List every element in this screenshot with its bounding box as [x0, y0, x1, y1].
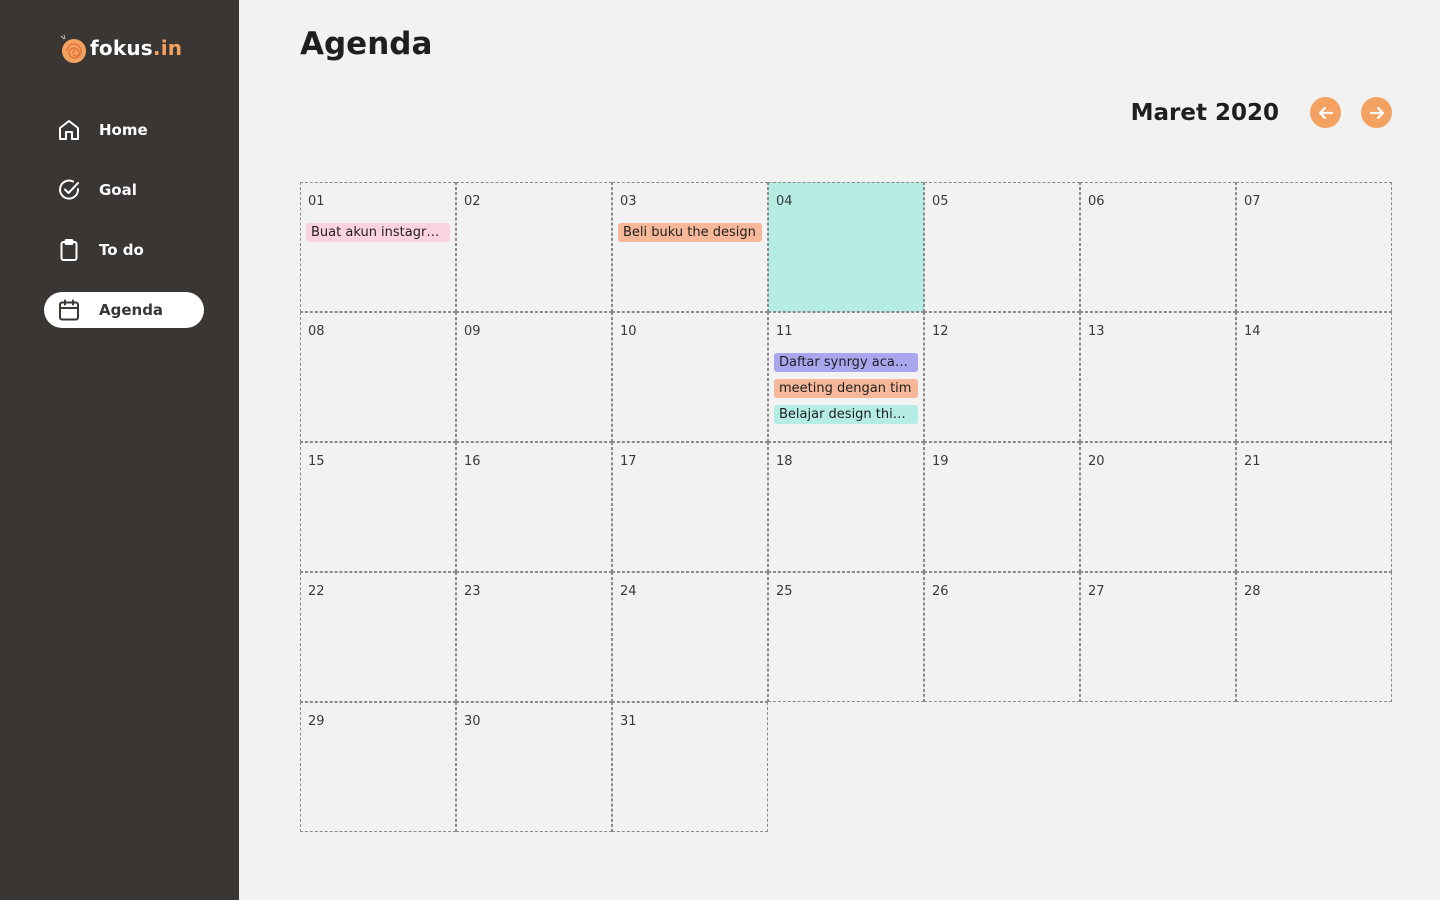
- day-number: 18: [776, 454, 793, 469]
- sidebar-item-label: To do: [99, 241, 144, 259]
- calendar-day-18[interactable]: 18: [768, 442, 924, 572]
- day-number: 16: [464, 454, 481, 469]
- event-chip[interactable]: Beli buku the design: [618, 223, 762, 242]
- clipboard-icon: [56, 237, 82, 263]
- month-navigation: Maret 2020: [1131, 97, 1392, 128]
- logo-text: fokus.in: [90, 36, 183, 60]
- calendar-icon: [56, 297, 82, 323]
- day-number: 08: [308, 324, 325, 339]
- day-number: 13: [1088, 324, 1105, 339]
- sidebar-nav: Home Goal To do Agenda: [44, 112, 204, 352]
- calendar-day-06[interactable]: 06: [1080, 182, 1236, 312]
- calendar-day-25[interactable]: 25: [768, 572, 924, 702]
- prev-month-button[interactable]: [1310, 97, 1341, 128]
- day-number: 04: [776, 194, 793, 209]
- calendar-day-21[interactable]: 21: [1236, 442, 1392, 572]
- event-chip[interactable]: meeting dengan tim: [774, 379, 918, 398]
- day-number: 24: [620, 584, 637, 599]
- sidebar-item-label: Agenda: [99, 301, 164, 319]
- next-month-button[interactable]: [1361, 97, 1392, 128]
- calendar-day-30[interactable]: 30: [456, 702, 612, 832]
- calendar-day-22[interactable]: 22: [300, 572, 456, 702]
- logo-icon: [60, 34, 86, 63]
- day-number: 20: [1088, 454, 1105, 469]
- calendar-day-26[interactable]: 26: [924, 572, 1080, 702]
- day-number: 27: [1088, 584, 1105, 599]
- day-number: 14: [1244, 324, 1261, 339]
- day-number: 25: [776, 584, 793, 599]
- calendar-day-09[interactable]: 09: [456, 312, 612, 442]
- day-number: 28: [1244, 584, 1261, 599]
- sidebar-item-goal[interactable]: Goal: [44, 172, 204, 208]
- calendar-day-27[interactable]: 27: [1080, 572, 1236, 702]
- calendar-day-10[interactable]: 10: [612, 312, 768, 442]
- event-chip[interactable]: Buat akun instagram: [306, 223, 450, 242]
- calendar-day-13[interactable]: 13: [1080, 312, 1236, 442]
- day-number: 17: [620, 454, 637, 469]
- sidebar-item-label: Goal: [99, 181, 137, 199]
- day-number: 06: [1088, 194, 1105, 209]
- calendar-day-04[interactable]: 04: [768, 182, 924, 312]
- calendar-day-03[interactable]: 03 Beli buku the design: [612, 182, 768, 312]
- arrow-left-icon: [1318, 106, 1333, 119]
- month-label: Maret 2020: [1130, 99, 1279, 126]
- event-list: Beli buku the design: [618, 223, 762, 249]
- sidebar-item-todo[interactable]: To do: [44, 232, 204, 268]
- day-number: 07: [1244, 194, 1261, 209]
- day-number: 21: [1244, 454, 1261, 469]
- event-list: Daftar synrgy academy meeting dengan tim B…: [774, 353, 918, 431]
- calendar-day-17[interactable]: 17: [612, 442, 768, 572]
- calendar-day-16[interactable]: 16: [456, 442, 612, 572]
- day-number: 30: [464, 714, 481, 729]
- calendar-day-23[interactable]: 23: [456, 572, 612, 702]
- logo[interactable]: fokus.in: [58, 32, 182, 64]
- calendar-day-29[interactable]: 29: [300, 702, 456, 832]
- day-number: 29: [308, 714, 325, 729]
- day-number: 12: [932, 324, 949, 339]
- day-number: 22: [308, 584, 325, 599]
- day-number: 11: [776, 324, 793, 339]
- calendar-day-31[interactable]: 31: [612, 702, 768, 832]
- day-number: 01: [308, 194, 325, 209]
- calendar-day-08[interactable]: 08: [300, 312, 456, 442]
- home-icon: [56, 117, 82, 143]
- calendar-day-28[interactable]: 28: [1236, 572, 1392, 702]
- calendar-day-05[interactable]: 05: [924, 182, 1080, 312]
- day-number: 02: [464, 194, 481, 209]
- day-number: 19: [932, 454, 949, 469]
- day-number: 10: [620, 324, 637, 339]
- calendar-day-14[interactable]: 14: [1236, 312, 1392, 442]
- calendar-day-11[interactable]: 11 Daftar synrgy academy meeting dengan ti…: [768, 312, 924, 442]
- calendar-day-19[interactable]: 19: [924, 442, 1080, 572]
- sidebar-item-agenda[interactable]: Agenda: [44, 292, 204, 328]
- event-list: Buat akun instagram: [306, 223, 450, 249]
- day-number: 09: [464, 324, 481, 339]
- calendar-day-20[interactable]: 20: [1080, 442, 1236, 572]
- sidebar-item-home[interactable]: Home: [44, 112, 204, 148]
- calendar-grid: 01 Buat akun instagram 02 03 Beli buku the d…: [300, 182, 1392, 832]
- sidebar: fokus.in Home Goal To do Agenda: [0, 0, 239, 900]
- calendar-day-07[interactable]: 07: [1236, 182, 1392, 312]
- arrow-right-icon: [1369, 106, 1384, 119]
- calendar-day-01[interactable]: 01 Buat akun instagram: [300, 182, 456, 312]
- day-number: 15: [308, 454, 325, 469]
- page-title: Agenda: [300, 26, 433, 62]
- calendar-day-12[interactable]: 12: [924, 312, 1080, 442]
- calendar-day-02[interactable]: 02: [456, 182, 612, 312]
- day-number: 26: [932, 584, 949, 599]
- event-chip[interactable]: Belajar design thinking: [774, 405, 918, 424]
- calendar-day-24[interactable]: 24: [612, 572, 768, 702]
- day-number: 23: [464, 584, 481, 599]
- calendar-day-15[interactable]: 15: [300, 442, 456, 572]
- sidebar-item-label: Home: [99, 121, 148, 139]
- day-number: 31: [620, 714, 637, 729]
- day-number: 05: [932, 194, 949, 209]
- check-circle-icon: [56, 177, 82, 203]
- event-chip[interactable]: Daftar synrgy academy: [774, 353, 918, 372]
- day-number: 03: [620, 194, 637, 209]
